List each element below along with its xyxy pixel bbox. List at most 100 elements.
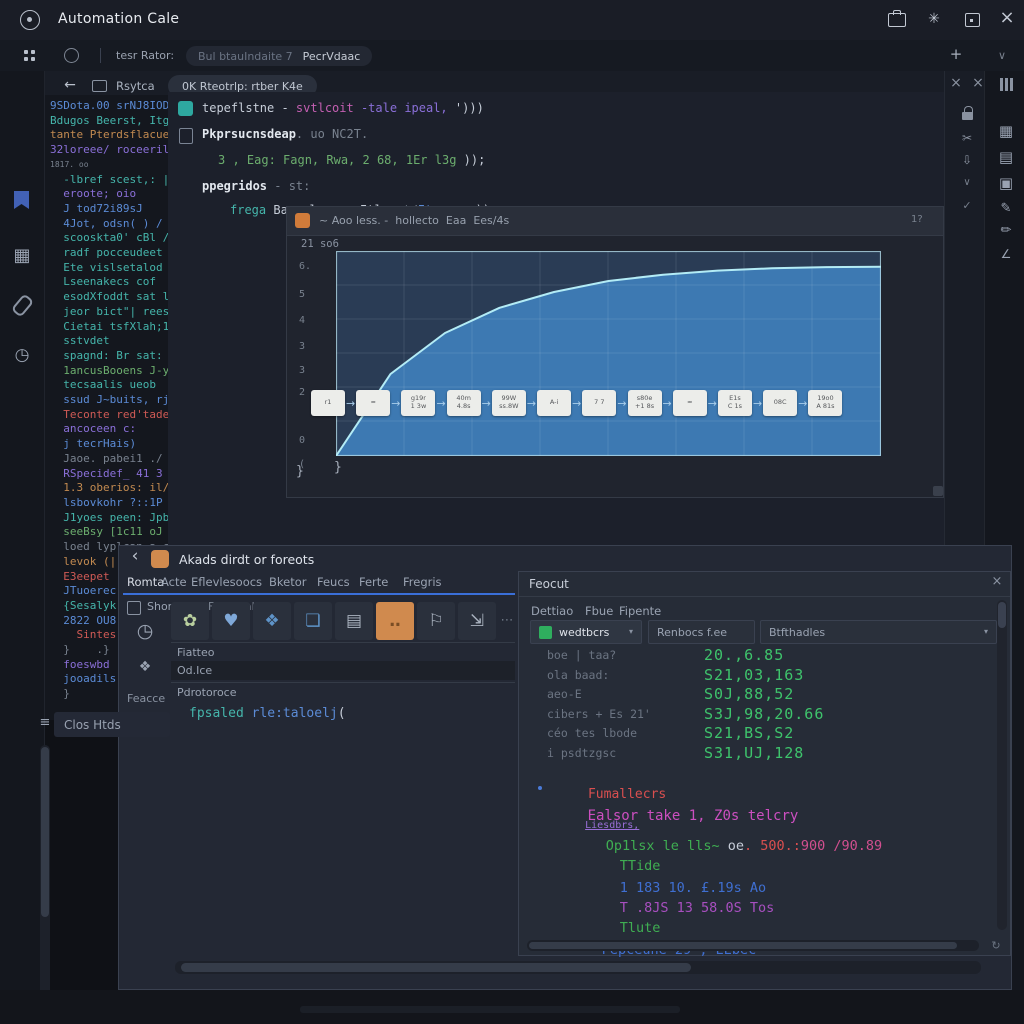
grid-icon[interactable]: ▦ [996, 124, 1016, 139]
grid-dots-icon[interactable] [24, 50, 28, 54]
activity-bar: ▦ ◷ [0, 71, 45, 1024]
scissors-icon[interactable]: ✂ [958, 132, 976, 144]
tab-fregris[interactable]: Fregris [403, 575, 442, 589]
list-item[interactable]: Od.Ice [177, 664, 212, 677]
close-icon[interactable]: × [997, 9, 1017, 27]
flag-icon[interactable]: ⚐ [417, 602, 455, 640]
heart-icon[interactable]: ♥ [212, 602, 250, 640]
output-panel: Feocut × Dettiao Fbue Fipente wedtbcrs ▾… [518, 571, 1011, 956]
tab-bketor[interactable]: Bketor [269, 575, 307, 589]
chevron-down-icon[interactable]: ∨ [995, 50, 1009, 61]
check-icon[interactable]: ✓ [958, 200, 976, 211]
rows-icon[interactable]: ▤ [996, 150, 1016, 165]
more-icon[interactable]: ⋯ [499, 614, 515, 627]
pencil-icon[interactable]: ✏ [996, 224, 1016, 237]
tab-romta[interactable]: Romta [127, 575, 164, 589]
pipeline-node[interactable]: 40m 4.8s [447, 390, 481, 416]
project-label[interactable]: Rsytca [116, 79, 155, 93]
output-tab-fipente[interactable]: Fipente [619, 604, 661, 618]
code-line: ppegridos - st: [202, 179, 310, 193]
lock-icon[interactable] [962, 112, 973, 120]
code-seg: '))) [455, 101, 484, 115]
paperclip-icon[interactable] [11, 293, 34, 317]
code-seg: -tale [361, 101, 404, 115]
tab-eflevlesoocs[interactable]: Eflevlesoocs [191, 575, 262, 589]
code-seg: - st: [267, 179, 310, 193]
pipeline-node[interactable]: 99W ss.8W [492, 390, 526, 416]
ruler-icon[interactable]: ∠ [996, 248, 1016, 260]
code-line: 1.3 oberios: il/ b1U [50, 481, 168, 496]
pipeline-node[interactable]: r1 [311, 390, 345, 416]
folder-icon[interactable] [92, 80, 107, 92]
close-icon[interactable]: × [989, 575, 1005, 588]
pipeline-node[interactable]: g19r 1 3w [401, 390, 435, 416]
grid-icon[interactable]: ▦ [12, 247, 32, 265]
output-hscrollbar-thumb[interactable] [529, 942, 957, 949]
chart-panel-badge: 1? [911, 214, 923, 225]
clos-htds-label[interactable]: Clos Htds [54, 712, 170, 737]
shon-icon[interactable] [127, 601, 141, 615]
pipeline-node[interactable]: 7 7 [582, 390, 616, 416]
log-seg: . 500.: [744, 838, 801, 854]
btfthadles-dropdown[interactable]: Btfthadles ▾ [760, 620, 997, 644]
output-vscrollbar[interactable] [997, 600, 1007, 930]
add-tab-icon[interactable]: + [948, 47, 964, 62]
code-line: jeor bict"| rees [50, 305, 168, 320]
output-vscrollbar-thumb[interactable] [998, 602, 1006, 628]
row-value: S21,03,163 [704, 666, 804, 684]
package-icon[interactable]: ‥ [376, 602, 414, 640]
columns-icon[interactable] [1000, 78, 1003, 91]
mask-icon[interactable]: ✿ [171, 602, 209, 640]
output-tab-fbue[interactable]: Fbue [585, 604, 613, 618]
menu-icon[interactable]: ≡ [38, 716, 52, 729]
chart-panel-header[interactable]: ~ Aoo less. - hollecto Eaa Ees/4s 1? [287, 207, 943, 236]
code-line: spagnd: Br sat: [50, 349, 168, 364]
table-row: i psdtzgsc S31,UJ,128 [519, 746, 999, 765]
back-icon[interactable]: ‹ [127, 548, 143, 565]
resize-handle[interactable] [933, 486, 943, 496]
pipeline-node[interactable]: E1s C 1s [718, 390, 752, 416]
close-icon[interactable]: × [948, 76, 964, 90]
list-item-selected[interactable] [171, 661, 515, 680]
clipboard-icon[interactable]: ▤ [335, 602, 373, 640]
nodes-icon[interactable]: ❖ [135, 660, 155, 674]
export-icon[interactable]: ⇲ [458, 602, 496, 640]
sparkle-icon[interactable]: ✳ [925, 12, 943, 26]
pipeline-node[interactable]: 19o0 A 81s [808, 390, 842, 416]
download-icon[interactable]: ⇩ [958, 154, 976, 166]
pipeline-node[interactable]: s80e +1 8s [628, 390, 662, 416]
code-line: j tecrHais) [50, 437, 168, 452]
lock-shackle [964, 106, 973, 113]
pipeline-node[interactable]: ≈ [673, 390, 707, 416]
briefcase-icon[interactable] [888, 13, 906, 27]
source-dropdown[interactable]: wedtbcrs ▾ [530, 620, 642, 644]
tab-feucs[interactable]: Feucs [317, 575, 350, 589]
history-icon[interactable]: ◷ [12, 347, 32, 364]
chart-panel-icon [295, 213, 310, 228]
flag-glyph: ⚐ [428, 613, 443, 630]
copy-icon[interactable]: ❏ [294, 602, 332, 640]
image-icon[interactable]: ▣ [996, 176, 1016, 191]
list-item[interactable]: Fiatteo [177, 646, 214, 659]
renbocs-field[interactable]: Renbocs f.ee [648, 620, 755, 644]
code-seg: ppegridos [202, 179, 267, 193]
run-config-pill[interactable]: Bul btauIndaite 7 PecrVdaac [186, 46, 372, 66]
refresh-icon[interactable]: ↻ [989, 940, 1003, 951]
log-seg: oe [728, 838, 744, 854]
pen-icon[interactable]: ✎ [996, 202, 1016, 215]
chevron-down-icon[interactable]: ∨ [958, 178, 976, 188]
clock-icon[interactable]: ◷ [133, 622, 157, 641]
pipeline-node[interactable]: A-i [537, 390, 571, 416]
tab-acte[interactable]: Acte [161, 575, 187, 589]
circle-icon[interactable] [64, 48, 79, 63]
left-scrollbar-thumb[interactable] [41, 747, 49, 917]
tab-ferte[interactable]: Ferte [359, 575, 388, 589]
pipeline-node[interactable]: 08C [763, 390, 797, 416]
shapes-icon[interactable]: ❖ [253, 602, 291, 640]
back-icon[interactable]: ← [62, 78, 78, 92]
panel-title: Akads dirdt or foreots [179, 552, 314, 567]
pipeline-node[interactable]: ≈ [356, 390, 390, 416]
output-tab-dettiao[interactable]: Dettiao [531, 604, 573, 618]
bookmark-icon[interactable] [14, 191, 29, 209]
list-item[interactable]: Pdrotoroce [177, 686, 237, 699]
